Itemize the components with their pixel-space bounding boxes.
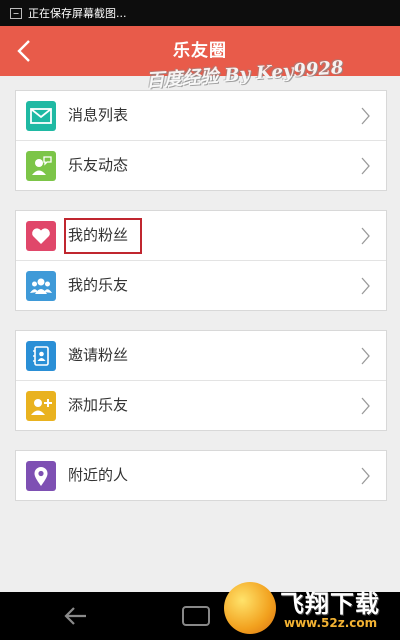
add-friend-icon bbox=[26, 391, 56, 421]
nav-back-icon[interactable] bbox=[62, 604, 90, 628]
menu-item-friend-feed[interactable]: 乐友动态 bbox=[16, 140, 386, 190]
status-text: 正在保存屏幕截图... bbox=[28, 7, 127, 20]
menu-item-label: 我的乐友 bbox=[68, 276, 129, 294]
menu-item-nearby-people[interactable]: 附近的人 bbox=[16, 451, 386, 500]
friends-icon bbox=[26, 271, 56, 301]
menu-item-add-friend[interactable]: 添加乐友 bbox=[16, 380, 386, 430]
highlight-annotation-box bbox=[64, 218, 142, 254]
screenshot-icon bbox=[10, 7, 22, 19]
status-bar: 正在保存屏幕截图... bbox=[0, 0, 400, 26]
nav-home-icon[interactable] bbox=[182, 606, 210, 626]
user-feed-icon bbox=[26, 151, 56, 181]
envelope-icon bbox=[26, 101, 56, 131]
menu-group-invite: 邀请粉丝 添加乐友 bbox=[15, 330, 387, 431]
menu-item-label: 消息列表 bbox=[68, 106, 129, 124]
contact-book-icon bbox=[26, 341, 56, 371]
menu-item-invite-fans[interactable]: 邀请粉丝 bbox=[16, 331, 386, 380]
menu-item-my-friends[interactable]: 我的乐友 bbox=[16, 260, 386, 310]
heart-icon bbox=[26, 221, 56, 251]
chevron-right-icon bbox=[361, 397, 370, 415]
menu-item-message-list[interactable]: 消息列表 bbox=[16, 91, 386, 140]
chevron-right-icon bbox=[361, 467, 370, 485]
location-pin-icon bbox=[26, 461, 56, 491]
menu-group-nearby: 附近的人 bbox=[15, 450, 387, 501]
menu-item-label: 乐友动态 bbox=[68, 156, 129, 174]
logo-text: 飞翔下载 bbox=[280, 590, 380, 618]
chevron-right-icon bbox=[361, 227, 370, 245]
menu-item-label: 添加乐友 bbox=[68, 396, 129, 414]
logo-ball-icon bbox=[224, 582, 276, 634]
chevron-right-icon bbox=[361, 157, 370, 175]
menu-item-label: 邀请粉丝 bbox=[68, 346, 129, 364]
chevron-right-icon bbox=[361, 347, 370, 365]
chevron-right-icon bbox=[361, 107, 370, 125]
site-logo: 飞翔下载 www.52z.com bbox=[224, 582, 396, 638]
menu-item-label: 附近的人 bbox=[68, 466, 129, 484]
chevron-right-icon bbox=[361, 277, 370, 295]
menu-group-messages: 消息列表 乐友动态 bbox=[15, 90, 387, 191]
logo-url: www.52z.com bbox=[284, 616, 378, 630]
